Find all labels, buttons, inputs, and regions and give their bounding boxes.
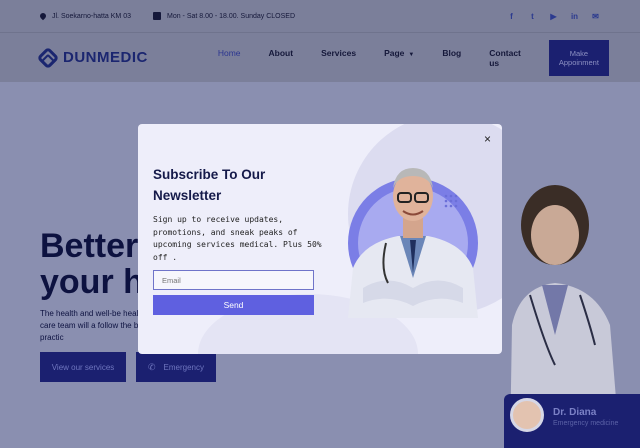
doctor-name: Dr. Diana: [553, 407, 597, 418]
main-navigation: DUNMEDIC Home About Services Page ▼ Blog …: [0, 32, 640, 82]
make-appointment-button[interactable]: Make Appoinment: [548, 39, 609, 76]
email-icon[interactable]: ✉: [591, 12, 600, 21]
hours-info: Mon - Sat 8.00 - 18.00. Sunday CLOSED: [153, 12, 295, 20]
nav-item-home[interactable]: Home: [218, 48, 241, 68]
hero-title: Better your h: [40, 228, 144, 300]
top-info-bar: Jl. Soekarno-hatta KM 03 Mon - Sat 8.00 …: [0, 0, 640, 32]
logo[interactable]: DUNMEDIC: [36, 46, 148, 69]
emergency-label: Emergency: [163, 362, 204, 372]
view-services-button[interactable]: View our services: [40, 352, 126, 382]
send-button[interactable]: Send: [153, 295, 314, 315]
emergency-button[interactable]: ✆ Emergency: [136, 352, 216, 382]
email-field[interactable]: [153, 270, 314, 290]
logo-text: DUNMEDIC: [63, 49, 148, 66]
facebook-icon[interactable]: f: [507, 12, 516, 21]
hero-description: The health and well-be health care team …: [40, 309, 149, 342]
nav-item-page[interactable]: Page ▼: [384, 48, 414, 68]
address-text: Jl. Soekarno-hatta KM 03: [52, 12, 131, 20]
nav-item-about[interactable]: About: [269, 48, 294, 68]
youtube-icon[interactable]: ▶: [549, 12, 558, 21]
address-info: Jl. Soekarno-hatta KM 03: [38, 11, 131, 21]
modal-title: Subscribe To Our Newsletter: [153, 167, 266, 203]
chevron-down-icon: ▼: [408, 51, 415, 58]
calendar-icon: [153, 12, 161, 20]
nav-menu: Home About Services Page ▼ Blog Contact u…: [218, 48, 549, 68]
nav-item-contact[interactable]: Contact us: [489, 48, 521, 68]
phone-icon: ✆: [147, 361, 156, 372]
doctor-photo: [348, 168, 478, 318]
newsletter-modal: × Subscribe To Our Newsletter Sign up to…: [138, 124, 502, 354]
nav-item-blog[interactable]: Blog: [442, 48, 461, 68]
close-icon[interactable]: ×: [484, 132, 491, 146]
modal-description: Sign up to receive updates, promotions, …: [153, 215, 322, 262]
location-icon: [38, 11, 48, 21]
hours-text: Mon - Sat 8.00 - 18.00. Sunday CLOSED: [167, 12, 296, 20]
linkedin-icon[interactable]: in: [570, 12, 579, 21]
nav-item-page-label: Page: [384, 47, 405, 58]
logo-mark-icon: [36, 46, 60, 69]
twitter-icon[interactable]: t: [528, 12, 537, 21]
hero-title-line2: your h: [40, 263, 144, 301]
hero-title-line1: Better: [40, 227, 139, 265]
nav-item-services[interactable]: Services: [321, 48, 356, 68]
social-links: f t ▶ in ✉: [507, 12, 600, 21]
doctor-role: Emergency medicine: [553, 420, 619, 427]
doctor-avatar: [510, 398, 544, 432]
